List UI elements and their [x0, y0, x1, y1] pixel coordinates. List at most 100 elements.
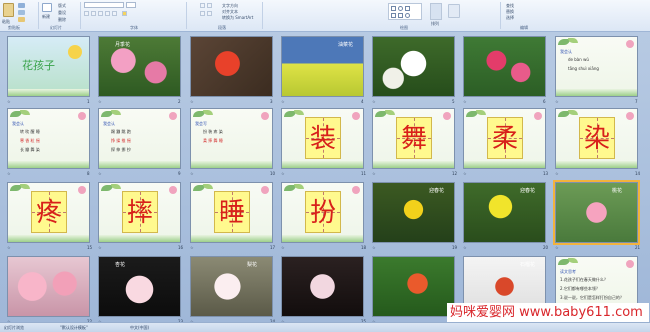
transition-icon[interactable]: ☆: [463, 245, 467, 250]
slide-thumbnail[interactable]: [281, 256, 364, 317]
slide-thumbnail[interactable]: 睡: [190, 182, 273, 243]
bullets-button[interactable]: [200, 3, 205, 8]
slide-thumbnail[interactable]: 舞: [372, 108, 455, 169]
slide-line: 寒 香 粒 摇: [20, 138, 40, 143]
slide-thumbnail[interactable]: 月季花: [98, 36, 181, 97]
leaf-decoration: [385, 110, 395, 115]
slide-thumbnail[interactable]: 扮: [281, 182, 364, 243]
copy-icon[interactable]: [18, 10, 25, 15]
italic-button[interactable]: [91, 11, 96, 16]
strike-button[interactable]: [112, 11, 117, 16]
transition-icon[interactable]: ☆: [555, 171, 559, 176]
numbering-button[interactable]: [207, 3, 212, 8]
slide-thumbnail[interactable]: [372, 36, 455, 97]
slide-line: 探 伸 挪 抄: [111, 147, 131, 152]
ribbon-group-labels: 剪贴板 幻灯片 字体 段落 绘图 编辑: [0, 24, 650, 31]
transition-icon[interactable]: ☆: [98, 171, 102, 176]
transition-icon[interactable]: ☆: [463, 171, 467, 176]
transition-icon[interactable]: ☆: [190, 171, 194, 176]
transition-icon[interactable]: ☆: [190, 245, 194, 250]
slide-thumbnail[interactable]: 桃花: [553, 180, 640, 245]
transition-icon[interactable]: ☆: [7, 99, 11, 104]
status-language: 中文(中国): [130, 325, 150, 330]
reset-button[interactable]: 重设: [58, 10, 66, 15]
text-direction-button[interactable]: 文字方向: [222, 3, 238, 8]
leaf-decoration: [476, 110, 486, 115]
slide-thumbnail[interactable]: 花孩子: [7, 36, 90, 97]
transition-icon[interactable]: ☆: [281, 245, 285, 250]
leaf-decoration: [203, 184, 213, 189]
underline-button[interactable]: [98, 11, 103, 16]
transition-icon[interactable]: ☆: [7, 245, 11, 250]
slide-thumbnail[interactable]: 油菜花: [281, 36, 364, 97]
transition-icon[interactable]: ☆: [372, 245, 376, 250]
font-size-select[interactable]: [126, 2, 136, 8]
leaf-decoration: [111, 184, 121, 189]
font-name-select[interactable]: [84, 2, 124, 8]
slide-thumbnail[interactable]: 我会认 de bàn wǔ tāng shuì xiāng: [555, 36, 638, 97]
flower-decoration: [169, 112, 177, 120]
font-color-button[interactable]: [122, 11, 127, 16]
arrange-button[interactable]: [430, 3, 442, 20]
paste-button[interactable]: [3, 3, 14, 17]
transition-icon[interactable]: ☆: [7, 171, 11, 176]
quick-styles-button[interactable]: [448, 4, 460, 18]
transition-icon[interactable]: ☆: [555, 245, 559, 250]
smartart-button[interactable]: 转换为 SmartArt: [222, 15, 253, 20]
slide-thumbnail[interactable]: 迎春花: [372, 182, 455, 243]
slide-thumbnail[interactable]: [463, 36, 546, 97]
slide-line: 扮 装 疼 染: [203, 129, 223, 134]
slide-thumbnail[interactable]: [190, 36, 273, 97]
transition-icon[interactable]: ☆: [281, 99, 285, 104]
transition-icon[interactable]: ☆: [98, 245, 102, 250]
slide-thumbnail[interactable]: 杏花: [98, 256, 181, 317]
transition-icon[interactable]: ☆: [463, 99, 467, 104]
slide-thumbnail[interactable]: 我会认踢 蹦 跳 跑挣 揉 推 摇探 伸 挪 抄: [98, 108, 181, 169]
transition-icon[interactable]: ☆: [190, 99, 194, 104]
replace-button[interactable]: 替换: [506, 9, 514, 14]
new-slide-button[interactable]: [42, 3, 52, 12]
grass-decoration: [99, 235, 180, 242]
slide-number: 7: [635, 99, 638, 104]
select-button[interactable]: 选择: [506, 15, 514, 20]
slide-thumbnail[interactable]: [7, 256, 90, 317]
slide-thumbnail[interactable]: 梨花: [190, 256, 273, 317]
transition-icon[interactable]: ☆: [372, 99, 376, 104]
slide-number: 18: [361, 245, 367, 250]
slide-heading: 我会写: [195, 121, 207, 126]
slide-thumbnail[interactable]: 柔: [463, 108, 546, 169]
transition-icon[interactable]: ☆: [281, 171, 285, 176]
slide-thumbnail[interactable]: [372, 256, 455, 317]
format-painter-icon[interactable]: [18, 17, 25, 22]
transition-icon[interactable]: ☆: [98, 99, 102, 104]
group-label-editing: 编辑: [520, 25, 528, 30]
slide-number: 9: [178, 171, 181, 176]
slide-line: 1.花孩子们在春天做什么？: [560, 277, 608, 282]
cut-icon[interactable]: [18, 3, 25, 8]
shapes-gallery[interactable]: [388, 3, 422, 20]
shadow-button[interactable]: [105, 11, 110, 16]
transition-icon[interactable]: ☆: [372, 171, 376, 176]
leaf-decoration: [20, 184, 30, 189]
slide-thumbnail[interactable]: 疼: [7, 182, 90, 243]
slide-number: 6: [543, 99, 546, 104]
align-center-button[interactable]: [207, 11, 212, 16]
layout-button[interactable]: 版式: [58, 3, 66, 8]
character: 舞: [400, 124, 427, 154]
align-text-button[interactable]: 对齐文本: [222, 9, 238, 14]
slide-line: 踢 蹦 跳 跑: [111, 129, 131, 134]
transition-icon[interactable]: ☆: [555, 99, 559, 104]
slide-thumbnail[interactable]: 我会写扮 装 疼 染柔 摔 舞 睡: [190, 108, 273, 169]
slide-thumbnail[interactable]: 迎春花: [463, 182, 546, 243]
group-label-slides: 幻灯片: [50, 25, 62, 30]
slide-thumbnail[interactable]: 装: [281, 108, 364, 169]
delete-button[interactable]: 删除: [58, 17, 66, 22]
slide-thumbnail[interactable]: 染: [555, 108, 638, 169]
align-left-button[interactable]: [200, 11, 205, 16]
slide-thumbnail[interactable]: 我会认转 吹 醒 睡寒 香 粒 摇长 瓣 舞 染: [7, 108, 90, 169]
bold-button[interactable]: [84, 11, 89, 16]
find-button[interactable]: 查找: [506, 3, 514, 8]
slide-thumbnail[interactable]: 摔: [98, 182, 181, 243]
character: 睡: [218, 198, 245, 228]
grass-decoration: [8, 161, 89, 168]
